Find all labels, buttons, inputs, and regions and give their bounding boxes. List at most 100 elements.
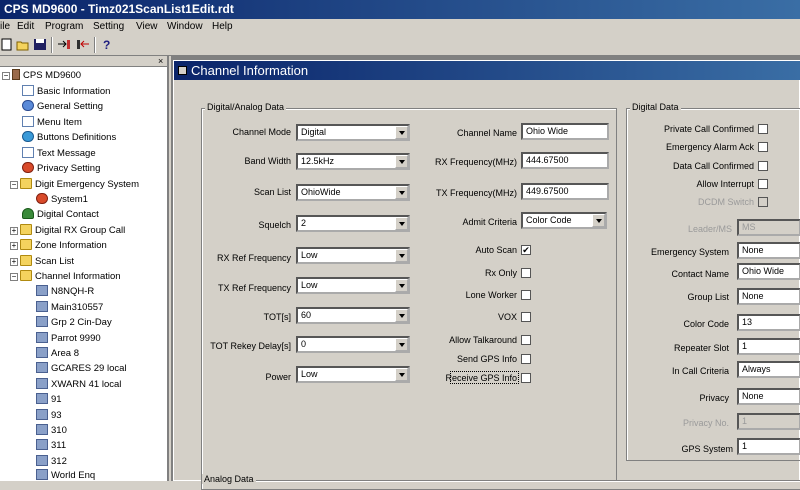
- power-select[interactable]: Low: [296, 366, 410, 383]
- tree-item-buttons-definitions[interactable]: Buttons Definitions: [22, 130, 116, 145]
- receive-gps-info-checkbox[interactable]: [521, 373, 531, 383]
- allow-talkaround-checkbox[interactable]: [521, 335, 531, 345]
- tree-item-channel[interactable]: 93: [36, 408, 62, 423]
- channel-icon: [36, 393, 48, 404]
- menu-program[interactable]: Program: [45, 21, 83, 32]
- tree-item-channel[interactable]: Parrot 9990: [36, 331, 101, 346]
- tree-item-digital-rx-group-call[interactable]: + Digital RX Group Call: [10, 223, 125, 238]
- leader-ms-label: Leader/MS: [687, 224, 732, 234]
- tree-close-icon[interactable]: ×: [158, 56, 163, 66]
- tot-select[interactable]: 60: [296, 307, 410, 324]
- tree-item-digit-emergency-system[interactable]: − Digit Emergency System: [10, 177, 139, 192]
- tree-item-channel[interactable]: 91: [36, 392, 62, 407]
- tree-item-general-setting[interactable]: General Setting: [22, 99, 103, 114]
- tree-item-zone-information[interactable]: + Zone Information: [10, 238, 107, 253]
- admit-criteria-select[interactable]: Color Code: [521, 212, 607, 229]
- tot-rekey-delay-select[interactable]: 0: [296, 336, 410, 353]
- contact-icon: [22, 208, 34, 219]
- gps-system-select[interactable]: 1: [737, 438, 800, 455]
- tree-item-basic-information[interactable]: Basic Information: [22, 84, 110, 99]
- tree-item-text-message[interactable]: Text Message: [22, 146, 96, 161]
- auto-scan-checkbox[interactable]: ✔: [521, 245, 531, 255]
- data-call-confirmed-checkbox[interactable]: [758, 161, 768, 171]
- allow-interrupt-checkbox[interactable]: [758, 179, 768, 189]
- radio-icon: [12, 69, 20, 80]
- vox-checkbox[interactable]: [521, 312, 531, 322]
- help-icon[interactable]: ?: [100, 38, 114, 51]
- tree-item-channel-information[interactable]: − Channel Information: [10, 269, 121, 284]
- chevron-down-icon[interactable]: [395, 155, 408, 168]
- tree-item-system1[interactable]: System1: [36, 192, 88, 207]
- tree-item-channel[interactable]: 312: [36, 454, 67, 469]
- expand-icon[interactable]: +: [10, 242, 18, 250]
- new-icon[interactable]: [0, 38, 14, 51]
- tree-root[interactable]: − CPS MD9600: [2, 68, 81, 83]
- chevron-down-icon[interactable]: [395, 126, 408, 139]
- window-menu-icon[interactable]: [178, 66, 187, 75]
- contact-name-select[interactable]: Ohio Wide: [737, 263, 800, 280]
- tx-frequency-input[interactable]: 449.67500: [521, 183, 609, 200]
- tree-item-menu-item[interactable]: Menu Item: [22, 115, 82, 130]
- color-code-input[interactable]: 13: [737, 314, 800, 331]
- expand-icon[interactable]: +: [10, 258, 18, 266]
- tree-item-digital-contact[interactable]: Digital Contact: [22, 207, 99, 222]
- channel-mode-select[interactable]: Digital: [296, 124, 410, 141]
- tree-item-channel[interactable]: World Enq: [36, 468, 95, 481]
- gps-system-label: GPS System: [681, 444, 733, 454]
- chevron-down-icon[interactable]: [395, 249, 408, 262]
- chevron-down-icon[interactable]: [395, 309, 408, 322]
- scan-list-select[interactable]: OhioWide: [296, 184, 410, 201]
- menu-setting[interactable]: Setting: [93, 21, 124, 32]
- channel-icon: [36, 469, 48, 480]
- scan-list-label: Scan List: [253, 187, 291, 197]
- menu-window[interactable]: Window: [167, 21, 203, 32]
- menu-help[interactable]: Help: [212, 21, 233, 32]
- tree-item-channel[interactable]: GCARES 29 local: [36, 361, 127, 376]
- collapse-icon[interactable]: −: [10, 273, 18, 281]
- tree-item-channel[interactable]: 311: [36, 438, 66, 453]
- chevron-down-icon[interactable]: [395, 217, 408, 230]
- rx-ref-frequency-select[interactable]: Low: [296, 247, 410, 264]
- chevron-down-icon[interactable]: [592, 214, 605, 227]
- menu-edit[interactable]: Edit: [17, 21, 34, 32]
- menu-view[interactable]: View: [136, 21, 158, 32]
- read-icon[interactable]: [57, 38, 71, 51]
- tree-item-channel[interactable]: Grp 2 Cin-Day: [36, 315, 112, 330]
- private-call-confirmed-checkbox[interactable]: [758, 124, 768, 134]
- tree-item-channel[interactable]: Area 8: [36, 346, 79, 361]
- collapse-icon[interactable]: −: [10, 181, 18, 189]
- analog-group: [201, 480, 800, 490]
- chevron-down-icon[interactable]: [395, 338, 408, 351]
- tree-item-channel[interactable]: 310: [36, 423, 67, 438]
- repeater-slot-select[interactable]: 1: [737, 338, 800, 355]
- collapse-icon[interactable]: −: [2, 72, 10, 80]
- channel-name-input[interactable]: Ohio Wide: [521, 123, 609, 140]
- squelch-select[interactable]: 2: [296, 215, 410, 232]
- save-icon[interactable]: [33, 38, 47, 51]
- privacy-select[interactable]: None: [737, 388, 800, 405]
- tree-item-privacy-setting[interactable]: Privacy Setting: [22, 161, 100, 176]
- open-icon[interactable]: [16, 38, 30, 51]
- expand-icon[interactable]: +: [10, 227, 18, 235]
- in-call-criteria-select[interactable]: Always: [737, 361, 800, 378]
- tree-item-channel[interactable]: N8NQH-R: [36, 284, 94, 299]
- chevron-down-icon[interactable]: [395, 279, 408, 292]
- privacy-no-label: Privacy No.: [682, 418, 729, 428]
- emergency-alarm-ack-checkbox[interactable]: [758, 142, 768, 152]
- rx-frequency-input[interactable]: 444.67500: [521, 152, 609, 169]
- tx-ref-frequency-select[interactable]: Low: [296, 277, 410, 294]
- band-width-select[interactable]: 12.5kHz: [296, 153, 410, 170]
- write-icon[interactable]: [76, 38, 90, 51]
- project-tree[interactable]: × − CPS MD9600 Basic Information General …: [0, 56, 169, 481]
- send-gps-info-checkbox[interactable]: [521, 354, 531, 364]
- rx-only-checkbox[interactable]: [521, 268, 531, 278]
- lone-worker-checkbox[interactable]: [521, 290, 531, 300]
- chevron-down-icon[interactable]: [395, 186, 408, 199]
- tree-item-scan-list[interactable]: + Scan List: [10, 254, 74, 269]
- menu-file[interactable]: ile: [0, 21, 10, 32]
- chevron-down-icon[interactable]: [395, 368, 408, 381]
- emergency-system-select[interactable]: None: [737, 242, 800, 259]
- group-list-select[interactable]: None: [737, 288, 800, 305]
- tree-item-channel[interactable]: XWARN 41 local: [36, 377, 121, 392]
- tree-item-channel[interactable]: Main310557: [36, 300, 103, 315]
